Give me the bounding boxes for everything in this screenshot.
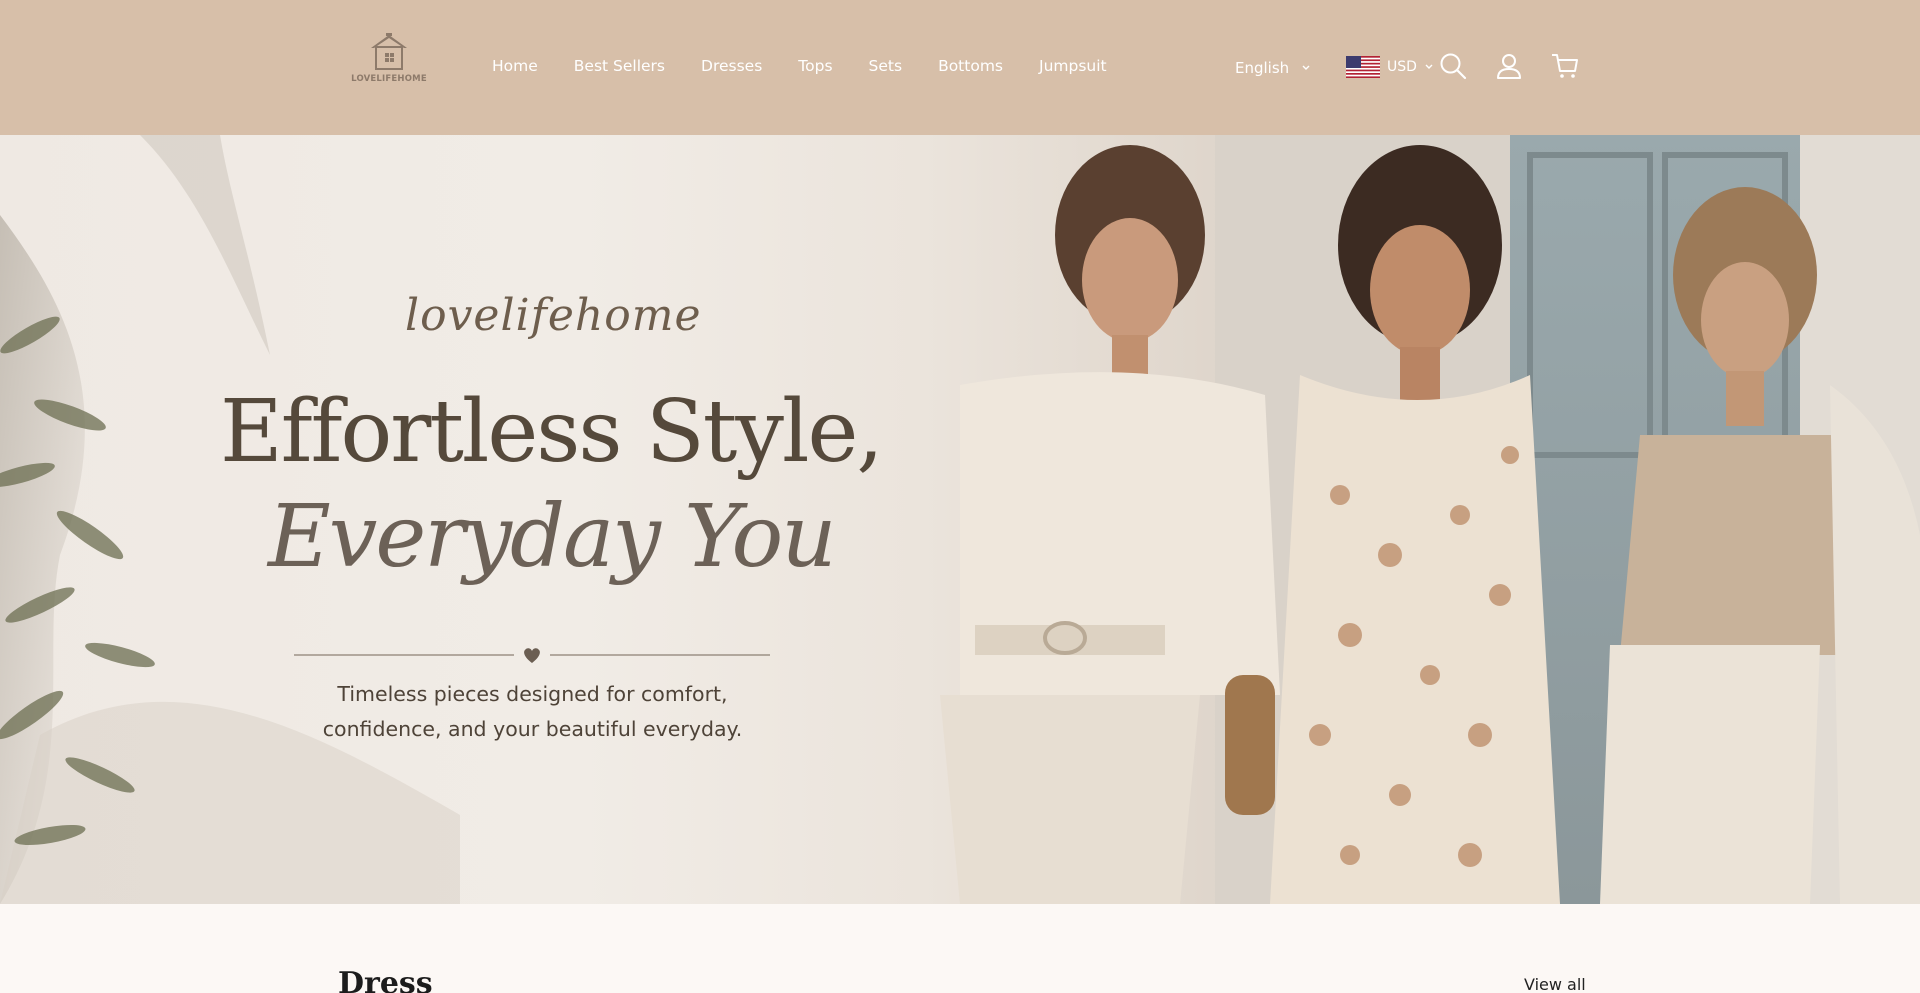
hero-tagline-line2: confidence, and your beautiful everyday. xyxy=(322,717,743,741)
house-logo-icon xyxy=(371,33,407,70)
site-logo[interactable]: LOVELIFEHOME xyxy=(348,32,430,92)
account-icon[interactable] xyxy=(1494,51,1524,81)
chevron-down-icon xyxy=(1425,64,1433,69)
us-flag-icon xyxy=(1346,56,1380,78)
hero-script-brand: lovelifehome xyxy=(405,290,702,341)
search-icon[interactable] xyxy=(1438,51,1468,81)
hero-tagline: Timeless pieces designed for comfort, co… xyxy=(300,677,765,747)
nav-item-bottoms[interactable]: Bottoms xyxy=(938,57,1003,75)
nav-item-dresses[interactable]: Dresses xyxy=(701,57,762,75)
heart-divider xyxy=(294,648,770,663)
site-header: LOVELIFEHOME Home Best Sellers Dresses T… xyxy=(0,0,1920,135)
hero-headline-line1: Effortless Style, xyxy=(220,382,884,482)
hero-tagline-line1: Timeless pieces designed for comfort, xyxy=(337,682,728,706)
heart-icon xyxy=(524,648,540,663)
hero-headline-line2: Everyday You xyxy=(268,487,837,587)
hero-banner[interactable]: lovelifehome Effortless Style, Everyday … xyxy=(0,135,1920,904)
view-all-link[interactable]: View all xyxy=(1524,975,1586,993)
language-selector[interactable]: English xyxy=(1235,59,1311,77)
cart-icon[interactable] xyxy=(1550,51,1580,81)
section-title-dress: Dress xyxy=(338,966,433,993)
main-nav: Home Best Sellers Dresses Tops Sets Bott… xyxy=(492,57,1143,75)
nav-item-home[interactable]: Home xyxy=(492,57,538,75)
nav-item-sets[interactable]: Sets xyxy=(869,57,903,75)
currency-selector[interactable]: USD xyxy=(1346,56,1434,78)
nav-item-tops[interactable]: Tops xyxy=(798,57,832,75)
language-label: English xyxy=(1235,59,1290,77)
logo-text: LOVELIFEHOME xyxy=(351,74,427,84)
nav-item-best-sellers[interactable]: Best Sellers xyxy=(574,57,665,75)
chevron-down-icon xyxy=(1302,65,1310,70)
currency-label: USD xyxy=(1387,59,1417,75)
nav-item-jumpsuit[interactable]: Jumpsuit xyxy=(1039,57,1107,75)
